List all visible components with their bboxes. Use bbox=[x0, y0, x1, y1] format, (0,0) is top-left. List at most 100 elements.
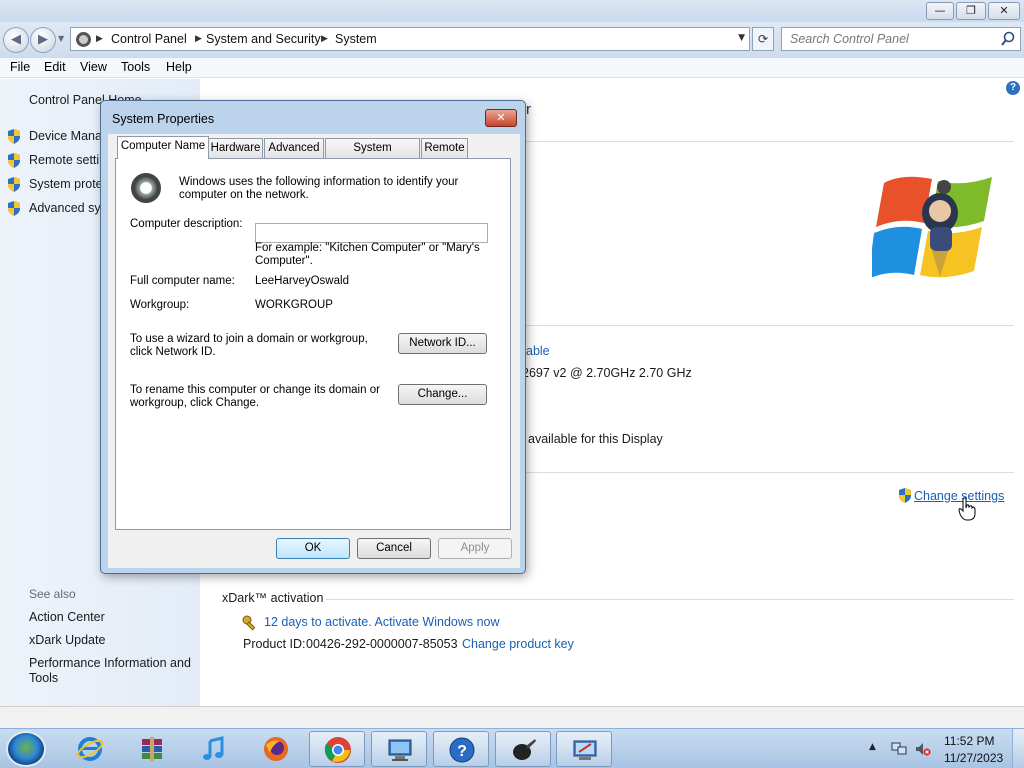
close-button[interactable]: ✕ bbox=[988, 2, 1020, 20]
clock-time[interactable]: 11:52 PM bbox=[944, 734, 994, 748]
divider bbox=[526, 325, 1014, 326]
firefox-icon bbox=[264, 737, 288, 761]
description-example: For example: "Kitchen Computer" or "Mary… bbox=[255, 242, 480, 267]
product-id-label: Product ID: bbox=[243, 637, 306, 651]
search-placeholder: Search Control Panel bbox=[790, 32, 909, 46]
change-product-key-link[interactable]: Change product key bbox=[462, 637, 574, 651]
breadcrumb-separator[interactable]: ▶ bbox=[195, 34, 202, 44]
menu-help[interactable]: Help bbox=[166, 60, 192, 74]
taskbar-paint[interactable] bbox=[495, 731, 551, 767]
computer-icon bbox=[388, 739, 412, 761]
activate-windows-link[interactable]: 12 days to activate. Activate Windows no… bbox=[264, 615, 500, 629]
back-button[interactable]: ◀ bbox=[3, 27, 29, 53]
chrome-icon bbox=[324, 737, 351, 763]
taskbar-chrome[interactable] bbox=[309, 731, 365, 767]
tab-advanced[interactable]: Advanced bbox=[264, 138, 324, 158]
maximize-button[interactable]: ❐ bbox=[956, 2, 986, 20]
workgroup-label: Workgroup: bbox=[130, 299, 190, 311]
intro-text: Windows uses the following information t… bbox=[179, 176, 459, 201]
cancel-button[interactable]: Cancel bbox=[357, 538, 431, 559]
tab-hardware[interactable]: Hardware bbox=[208, 138, 263, 158]
itunes-icon bbox=[203, 736, 224, 760]
menu-bar: File Edit View Tools Help bbox=[0, 58, 1024, 78]
breadcrumb-system-and-security[interactable]: System and Security bbox=[206, 32, 321, 46]
ok-button[interactable]: OK bbox=[276, 538, 350, 559]
recent-pages-dropdown[interactable]: ▼ bbox=[58, 34, 64, 43]
taskbar-firefox[interactable] bbox=[248, 731, 304, 767]
chevron-down-icon[interactable]: ▼ bbox=[738, 33, 745, 43]
menu-file[interactable]: File bbox=[10, 60, 30, 74]
pen-touch-link[interactable]: able bbox=[526, 344, 550, 358]
network-id-text: To use a wizard to join a domain or work… bbox=[130, 333, 368, 358]
search-input[interactable]: Search Control Panel bbox=[781, 27, 1021, 51]
menu-view[interactable]: View bbox=[80, 60, 107, 74]
key-icon bbox=[242, 615, 256, 631]
sidebar-action-center[interactable]: Action Center bbox=[29, 610, 105, 624]
breadcrumb-control-panel[interactable]: Control Panel bbox=[111, 32, 187, 46]
divider bbox=[526, 141, 1014, 142]
tab-computer-name[interactable]: Computer Name bbox=[117, 136, 209, 159]
see-also-heading: See also bbox=[29, 587, 76, 601]
menu-edit[interactable]: Edit bbox=[44, 60, 66, 74]
full-name-value: LeeHarveyOswald bbox=[255, 275, 349, 287]
address-bar[interactable]: ▶ Control Panel ▶ System and Security ▶ … bbox=[70, 27, 750, 51]
taskbar-itunes[interactable] bbox=[186, 731, 242, 767]
refresh-button[interactable]: ⟳ bbox=[752, 27, 774, 51]
status-bar bbox=[0, 706, 1024, 728]
start-button[interactable] bbox=[6, 731, 46, 767]
title-bar: — ❐ ✕ bbox=[0, 0, 1024, 22]
hand-cursor-icon bbox=[958, 497, 976, 521]
sidebar-performance-information[interactable]: Performance Information and Tools bbox=[29, 656, 194, 686]
computer-name-panel: Windows uses the following information t… bbox=[115, 158, 511, 530]
description-label: Computer description: bbox=[130, 218, 243, 230]
search-icon[interactable] bbox=[1001, 31, 1015, 47]
minimize-button[interactable]: — bbox=[926, 2, 954, 20]
volume-muted-icon[interactable] bbox=[915, 741, 931, 757]
control-panel-icon bbox=[76, 32, 91, 47]
sidebar-item-system-protection[interactable]: System prote bbox=[29, 177, 103, 191]
taskbar-internet-explorer[interactable] bbox=[62, 731, 118, 767]
network-icon[interactable] bbox=[891, 741, 907, 757]
network-id-button[interactable]: Network ID... bbox=[398, 333, 487, 354]
tab-system-protection[interactable]: System Protection bbox=[325, 138, 420, 172]
change-button[interactable]: Change... bbox=[398, 384, 487, 405]
pen-touch-value: available for this Display bbox=[528, 432, 663, 446]
taskbar-computer[interactable] bbox=[371, 731, 427, 767]
taskbar-winrar[interactable] bbox=[124, 731, 180, 767]
show-hidden-icons-button[interactable]: ▲ bbox=[869, 742, 876, 752]
help-icon[interactable]: ? bbox=[1006, 81, 1020, 95]
sidebar-item-remote-settings[interactable]: Remote settin bbox=[29, 153, 106, 167]
breadcrumb-separator[interactable]: ▶ bbox=[96, 34, 103, 44]
taskbar-help[interactable]: ? bbox=[433, 731, 489, 767]
taskbar-system[interactable] bbox=[556, 731, 612, 767]
taskbar: ? ▲ 11:52 PM 11/27/2023 bbox=[0, 728, 1024, 768]
dialog-body: Computer Name Hardware Advanced System P… bbox=[108, 134, 520, 568]
full-name-label: Full computer name: bbox=[130, 275, 235, 287]
sidebar-item-device-manager[interactable]: Device Manag bbox=[29, 129, 109, 143]
forward-button[interactable]: ▶ bbox=[30, 27, 56, 53]
paint-icon bbox=[513, 739, 536, 760]
sidebar-xdark-update[interactable]: xDark Update bbox=[29, 633, 105, 647]
shield-icon bbox=[8, 153, 20, 168]
shield-icon bbox=[899, 488, 911, 503]
show-desktop-button[interactable] bbox=[1012, 729, 1024, 768]
computer-name-icon bbox=[131, 173, 161, 203]
sidebar-item-advanced-system-settings[interactable]: Advanced sys bbox=[29, 201, 107, 215]
tab-remote[interactable]: Remote bbox=[421, 138, 468, 158]
shield-icon bbox=[8, 177, 20, 192]
workgroup-value: WORKGROUP bbox=[255, 299, 333, 311]
page-title: r bbox=[526, 101, 531, 118]
help-icon: ? bbox=[449, 737, 475, 763]
activation-heading: xDark™ activation bbox=[222, 591, 324, 605]
clock-date[interactable]: 11/27/2023 bbox=[944, 751, 1003, 765]
breadcrumb-separator[interactable]: ▶ bbox=[321, 34, 328, 44]
dialog-close-button[interactable]: ✕ bbox=[485, 109, 517, 127]
svg-text:?: ? bbox=[457, 743, 467, 760]
computer-description-field[interactable] bbox=[255, 223, 488, 243]
menu-tools[interactable]: Tools bbox=[121, 60, 150, 74]
rename-text: To rename this computer or change its do… bbox=[130, 384, 380, 409]
dialog-title: System Properties bbox=[112, 112, 215, 126]
breadcrumb-system[interactable]: System bbox=[335, 32, 377, 46]
processor-value: 2697 v2 @ 2.70GHz 2.70 GHz bbox=[522, 366, 692, 380]
product-id-value: 00426-292-0000007-85053 bbox=[306, 637, 458, 651]
